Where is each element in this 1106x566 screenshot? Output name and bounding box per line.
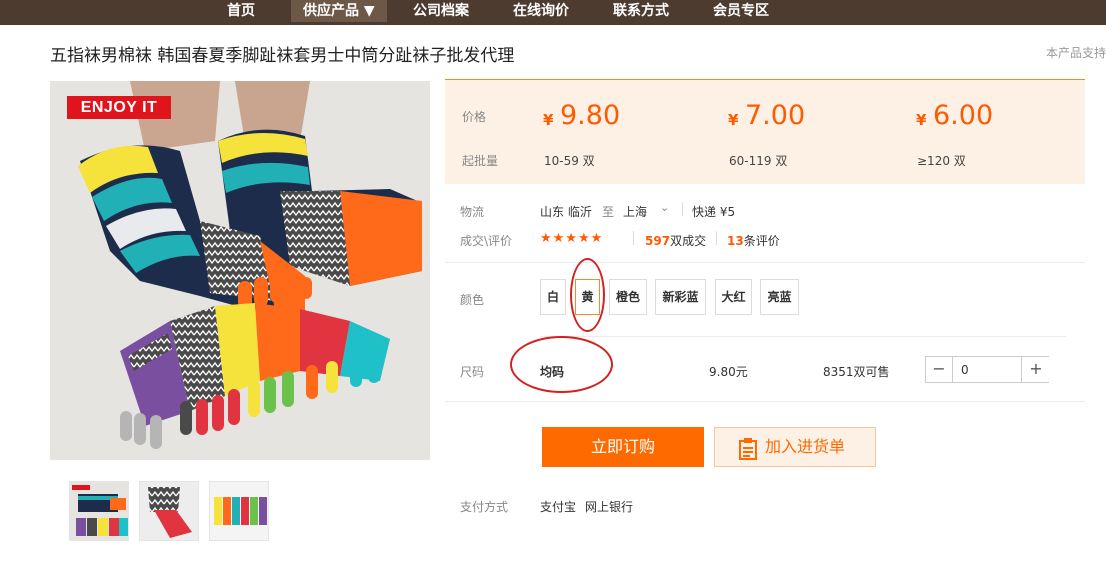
- deal-count[interactable]: 597双成交: [645, 232, 706, 249]
- nav-home[interactable]: 首页: [227, 0, 255, 22]
- currency-symbol: ¥: [916, 111, 927, 129]
- clipboard-icon: [739, 436, 757, 474]
- top-nav: 首页 供应产品 ▼ 公司档案 在线询价 联系方式 会员专区: [0, 0, 1106, 25]
- product-title: 五指袜男棉袜 韩国春夏季脚趾袜套男士中筒分趾袜子批发代理: [50, 46, 515, 66]
- deal-count-number: 597: [645, 234, 671, 248]
- price-label: 价格: [462, 110, 487, 124]
- main-product-image[interactable]: ENJOY IT: [50, 81, 430, 460]
- price-tier-1: 9.80: [560, 100, 621, 131]
- nav-inquiry[interactable]: 在线询价: [513, 0, 569, 22]
- divider: [445, 262, 1085, 263]
- socks-illustration: [50, 81, 430, 460]
- review-count-number: 13: [727, 234, 744, 248]
- thumbnail-3[interactable]: [209, 481, 269, 541]
- product-support-text[interactable]: 本产品支持: [1046, 44, 1106, 61]
- add-to-cart-label: 加入进货单: [765, 437, 846, 456]
- deals-label: 成交\评价: [460, 234, 513, 248]
- logistics-label: 物流: [460, 205, 485, 219]
- divider: [682, 202, 683, 216]
- quantity-input[interactable]: [952, 357, 1022, 382]
- thumbnail-socks-image: [140, 482, 198, 540]
- quantity-stepper[interactable]: − +: [925, 356, 1049, 383]
- thumbnail-2[interactable]: [139, 481, 199, 541]
- divider: [445, 401, 1085, 402]
- color-option-orange[interactable]: 橙色: [609, 279, 647, 315]
- buy-now-button[interactable]: 立即订购: [542, 427, 704, 467]
- thumbnail-socks-image: [70, 482, 128, 540]
- nav-contact[interactable]: 联系方式: [613, 0, 669, 22]
- ship-to-word: 至: [602, 205, 615, 219]
- plus-button[interactable]: +: [1023, 357, 1049, 382]
- deal-count-suffix: 双成交: [670, 234, 707, 248]
- ship-to-select[interactable]: 上海: [623, 203, 647, 220]
- payment-online-bank: 网上银行: [585, 500, 634, 514]
- review-count[interactable]: 13条评价: [727, 232, 780, 249]
- divider: [633, 231, 634, 245]
- review-count-suffix: 条评价: [743, 234, 780, 248]
- size-label: 尺码: [460, 365, 485, 379]
- currency-symbol: ¥: [543, 111, 554, 129]
- color-option-new-blue[interactable]: 新彩蓝: [655, 279, 706, 315]
- color-option-white[interactable]: 白: [540, 279, 566, 315]
- payment-label: 支付方式: [460, 500, 509, 514]
- enjoy-it-logo: ENJOY IT: [67, 96, 171, 119]
- stock-available: 8351双可售: [823, 365, 890, 379]
- color-label: 颜色: [460, 293, 485, 307]
- nav-members[interactable]: 会员专区: [713, 0, 769, 22]
- thumbnail-socks-image: [210, 482, 268, 540]
- divider: [716, 231, 717, 245]
- qty-tier-3: ≥120 双: [917, 154, 966, 168]
- divider: [540, 336, 1066, 337]
- payment-alipay: 支付宝: [540, 500, 577, 514]
- minus-button[interactable]: −: [926, 357, 952, 382]
- product-page: 首页 供应产品 ▼ 公司档案 在线询价 联系方式 会员专区 五指袜男棉袜 韩国春…: [0, 0, 1106, 566]
- color-option-red[interactable]: 大红: [715, 279, 752, 315]
- shipping-fee: 快递 ¥5: [692, 205, 736, 219]
- qty-tier-1: 10-59 双: [544, 154, 595, 168]
- currency-symbol: ¥: [728, 111, 739, 129]
- chevron-down-icon[interactable]: ⌄: [660, 201, 669, 214]
- annotation-circle-size: [510, 336, 613, 393]
- moq-label: 起批量: [462, 154, 499, 168]
- color-option-bright-blue[interactable]: 亮蓝: [760, 279, 799, 315]
- price-tier-3: 6.00: [933, 100, 994, 131]
- ship-from: 山东 临沂: [540, 205, 592, 219]
- qty-tier-2: 60-119 双: [729, 154, 788, 168]
- size-price: 9.80元: [709, 365, 748, 379]
- nav-products[interactable]: 供应产品 ▼: [291, 0, 387, 22]
- add-to-cart-button[interactable]: 加入进货单: [714, 427, 876, 467]
- price-tier-2: 7.00: [745, 100, 806, 131]
- annotation-circle-yellow: [570, 258, 605, 332]
- rating-stars-icon: ★★★★★: [540, 231, 604, 246]
- nav-company[interactable]: 公司档案: [413, 0, 469, 22]
- thumbnail-1[interactable]: [69, 481, 129, 541]
